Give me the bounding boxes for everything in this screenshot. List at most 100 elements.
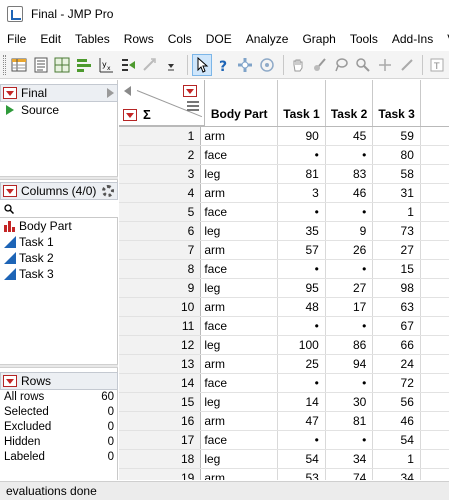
cell-body-part[interactable]: face — [200, 316, 279, 336]
table-row[interactable]: 4 arm 3 46 31 — [119, 183, 449, 203]
cell-task-1[interactable]: • — [277, 145, 326, 165]
column-list-icon[interactable] — [187, 101, 199, 111]
cell-task-2[interactable]: 81 — [325, 411, 374, 431]
row-number[interactable]: 2 — [119, 145, 202, 165]
cell-body-part[interactable]: leg — [200, 221, 279, 241]
table-row[interactable]: 18 leg 54 34 1 — [119, 449, 449, 469]
row-number[interactable]: 12 — [119, 335, 202, 355]
cell-task-2[interactable]: 26 — [325, 240, 374, 260]
menu-add-ins[interactable]: Add-Ins — [385, 28, 440, 50]
brush-icon[interactable] — [310, 54, 330, 76]
row-number[interactable]: 3 — [119, 164, 202, 184]
row-number[interactable]: 18 — [119, 449, 202, 469]
column-item-task-3[interactable]: Task 3 — [0, 266, 118, 282]
row-number[interactable]: 7 — [119, 240, 202, 260]
row-number[interactable]: 15 — [119, 392, 202, 412]
menu-analyze[interactable]: Analyze — [239, 28, 296, 50]
table-row[interactable]: 19 arm 53 74 34 — [119, 468, 449, 480]
row-number[interactable]: 13 — [119, 354, 202, 374]
cell-task-2[interactable]: 45 — [325, 126, 374, 146]
cell-task-3[interactable]: 58 — [372, 164, 421, 184]
cell-task-2[interactable]: 34 — [325, 449, 374, 469]
cell-task-3[interactable]: 34 — [372, 468, 421, 480]
collapse-left-icon[interactable] — [124, 86, 131, 96]
cell-task-2[interactable]: • — [325, 373, 374, 393]
cell-task-1[interactable]: • — [277, 202, 326, 222]
toolbar-grip[interactable] — [3, 54, 6, 75]
cell-task-1[interactable]: 48 — [277, 297, 326, 317]
cell-task-3[interactable]: 63 — [372, 297, 421, 317]
cell-body-part[interactable]: face — [200, 202, 279, 222]
gear-icon[interactable] — [102, 185, 114, 197]
row-number[interactable]: 8 — [119, 259, 202, 279]
row-number[interactable]: 9 — [119, 278, 202, 298]
cell-task-3[interactable]: 59 — [372, 126, 421, 146]
cell-task-2[interactable]: 9 — [325, 221, 374, 241]
magnifier-icon[interactable] — [353, 54, 373, 76]
table-row[interactable]: 2 face • • 80 — [119, 145, 449, 165]
grid-table-icon[interactable] — [52, 54, 72, 76]
row-number[interactable]: 1 — [119, 126, 202, 146]
column-item-task-1[interactable]: Task 1 — [0, 234, 118, 250]
cell-task-3[interactable]: 56 — [372, 392, 421, 412]
cell-task-3[interactable]: 31 — [372, 183, 421, 203]
cell-body-part[interactable]: face — [200, 373, 279, 393]
collapse-panel-icon[interactable] — [107, 88, 114, 98]
row-number[interactable]: 4 — [119, 183, 202, 203]
column-header-body-part[interactable]: Body Part — [200, 80, 279, 127]
row-number[interactable]: 10 — [119, 297, 202, 317]
panel-splitter[interactable] — [0, 364, 118, 368]
column-item-task-2[interactable]: Task 2 — [0, 250, 118, 266]
source-script[interactable]: Source — [0, 102, 118, 118]
red-triangle-menu-icon[interactable] — [3, 87, 17, 99]
red-triangle-menu-icon[interactable] — [3, 375, 17, 387]
distribution-icon[interactable] — [74, 54, 94, 76]
table-row[interactable]: 15 leg 14 30 56 — [119, 392, 449, 412]
cell-body-part[interactable]: leg — [200, 449, 279, 469]
scroller-icon[interactable] — [257, 54, 277, 76]
cell-task-2[interactable]: • — [325, 145, 374, 165]
cell-task-3[interactable]: 98 — [372, 278, 421, 298]
menu-graph[interactable]: Graph — [295, 28, 342, 50]
table-row[interactable]: 11 face • • 67 — [119, 316, 449, 336]
column-header-task-3[interactable]: Task 3 — [372, 80, 421, 127]
cell-task-3[interactable]: 46 — [372, 411, 421, 431]
crosshairs-icon[interactable] — [375, 54, 395, 76]
cell-task-3[interactable]: 72 — [372, 373, 421, 393]
menu-view[interactable]: Vie — [440, 28, 449, 50]
cell-body-part[interactable]: arm — [200, 468, 279, 480]
table-row[interactable]: 1 arm 90 45 59 — [119, 126, 449, 146]
cell-body-part[interactable]: leg — [200, 392, 279, 412]
table-row[interactable]: 14 face • • 72 — [119, 373, 449, 393]
cell-task-2[interactable]: 94 — [325, 354, 374, 374]
cell-task-1[interactable]: 47 — [277, 411, 326, 431]
cell-body-part[interactable]: arm — [200, 354, 279, 374]
row-number[interactable]: 17 — [119, 430, 202, 450]
row-number[interactable]: 11 — [119, 316, 202, 336]
table-row[interactable]: 8 face • • 15 — [119, 259, 449, 279]
help-question-icon[interactable]: ? — [214, 54, 234, 76]
graph-builder-icon[interactable] — [139, 54, 159, 76]
cell-body-part[interactable]: arm — [200, 240, 279, 260]
table-row[interactable]: 6 leg 35 9 73 — [119, 221, 449, 241]
menu-cols[interactable]: Cols — [161, 28, 199, 50]
menu-doe[interactable]: DOE — [199, 28, 239, 50]
menu-file[interactable]: File — [0, 28, 33, 50]
cell-task-2[interactable]: 27 — [325, 278, 374, 298]
cell-task-2[interactable]: 86 — [325, 335, 374, 355]
cell-body-part[interactable]: face — [200, 259, 279, 279]
selection-crosshair-icon[interactable] — [235, 54, 255, 76]
data-table-icon[interactable] — [31, 54, 51, 76]
cell-task-3[interactable]: 1 — [372, 202, 421, 222]
row-number[interactable]: 14 — [119, 373, 202, 393]
cell-task-1[interactable]: 95 — [277, 278, 326, 298]
cell-body-part[interactable]: leg — [200, 164, 279, 184]
sigma-icon[interactable]: Σ — [143, 107, 151, 122]
fit-y-by-x-icon[interactable]: yx — [96, 54, 116, 76]
cell-task-3[interactable]: 66 — [372, 335, 421, 355]
menu-edit[interactable]: Edit — [33, 28, 68, 50]
cell-task-3[interactable]: 73 — [372, 221, 421, 241]
cell-task-3[interactable]: 80 — [372, 145, 421, 165]
cell-body-part[interactable]: leg — [200, 278, 279, 298]
menu-rows[interactable]: Rows — [117, 28, 161, 50]
